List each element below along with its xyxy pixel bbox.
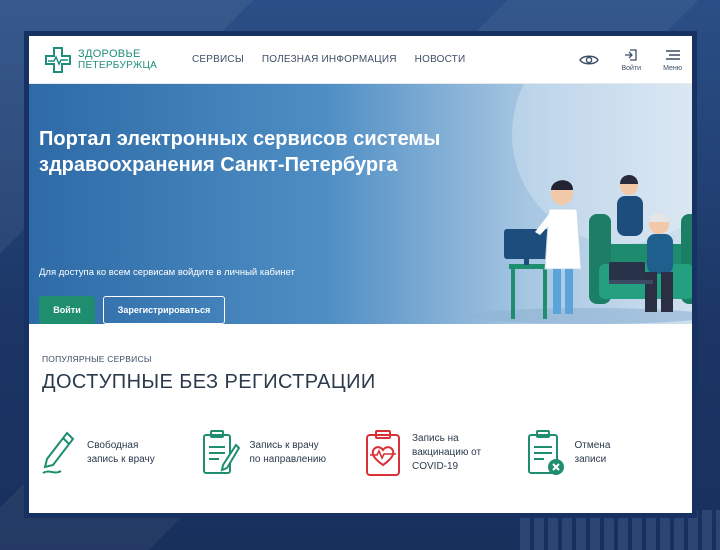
header-login-label: Войти [621,64,642,72]
login-button[interactable]: Войти [39,296,95,324]
login-icon [625,48,637,61]
pen-icon [42,431,75,474]
medical-cross-logo-icon [45,46,71,73]
browser-frame: ЗДОРОВЬЕ ПЕТЕРБУРЖЦА СЕРВИСЫ ПОЛЕЗНАЯ ИН… [24,31,697,518]
service-label: Запись на вакцинацию от COVID-19 [412,433,482,472]
doctor-patients-illustration [469,175,692,324]
popular-kicker: ПОПУЛЯРНЫЕ СЕРВИСЫ [42,354,152,364]
logo-line-2: ПЕТЕРБУРЖЦА [78,59,158,71]
logo-text: ЗДОРОВЬЕ ПЕТЕРБУРЖЦА [78,48,157,72]
clipboard-heart-icon [366,430,400,476]
logo-line-1: ЗДОРОВЬЕ [78,47,141,60]
hero-title: Портал электронных сервисов системы здра… [39,128,441,176]
service-cancel-appointment[interactable]: Отмена записи [527,429,690,477]
nav-item-services[interactable]: СЕРВИСЫ [192,54,244,65]
site-header: ЗДОРОВЬЕ ПЕТЕРБУРЖЦА СЕРВИСЫ ПОЛЕЗНАЯ ИН… [29,36,692,84]
popular-title: ДОСТУПНЫЕ БЕЗ РЕГИСТРАЦИИ [42,371,376,393]
nav-item-useful-info[interactable]: ПОЛЕЗНАЯ ИНФОРМАЦИЯ [262,54,397,65]
service-covid-vaccination[interactable]: Запись на вакцинацию от COVID-19 [364,429,527,477]
service-label: Свободная запись к врачу [87,440,155,465]
service-label: Отмена записи [574,440,611,465]
header-menu-label: Меню [663,64,682,72]
site-logo[interactable]: ЗДОРОВЬЕ ПЕТЕРБУРЖЦА [44,46,174,74]
header-login-button[interactable]: Войти [621,48,641,72]
main-nav: СЕРВИСЫ ПОЛЕЗНАЯ ИНФОРМАЦИЯ НОВОСТИ [192,54,465,65]
clipboard-pen-icon [202,430,240,474]
nav-item-news[interactable]: НОВОСТИ [415,54,466,65]
hamburger-menu-icon [665,49,680,60]
eye-icon[interactable] [579,53,600,67]
header-actions: Войти Меню [579,48,682,72]
service-label: Запись к врачу по направлению [249,440,326,465]
service-free-appointment[interactable]: Свободная запись к врачу [39,429,202,477]
hero-subtitle: Для доступа ко всем сервисам войдите в л… [39,267,295,278]
services-list: Свободная запись к врачу Запись к врачу … [39,429,689,477]
hero-banner: Портал электронных сервисов системы здра… [29,84,692,324]
service-referral-appointment[interactable]: Запись к врачу по направлению [202,429,365,477]
header-menu-button[interactable]: Меню [663,48,682,72]
document-cancel-icon [527,430,564,475]
register-button[interactable]: Зарегистрироваться [103,296,225,324]
